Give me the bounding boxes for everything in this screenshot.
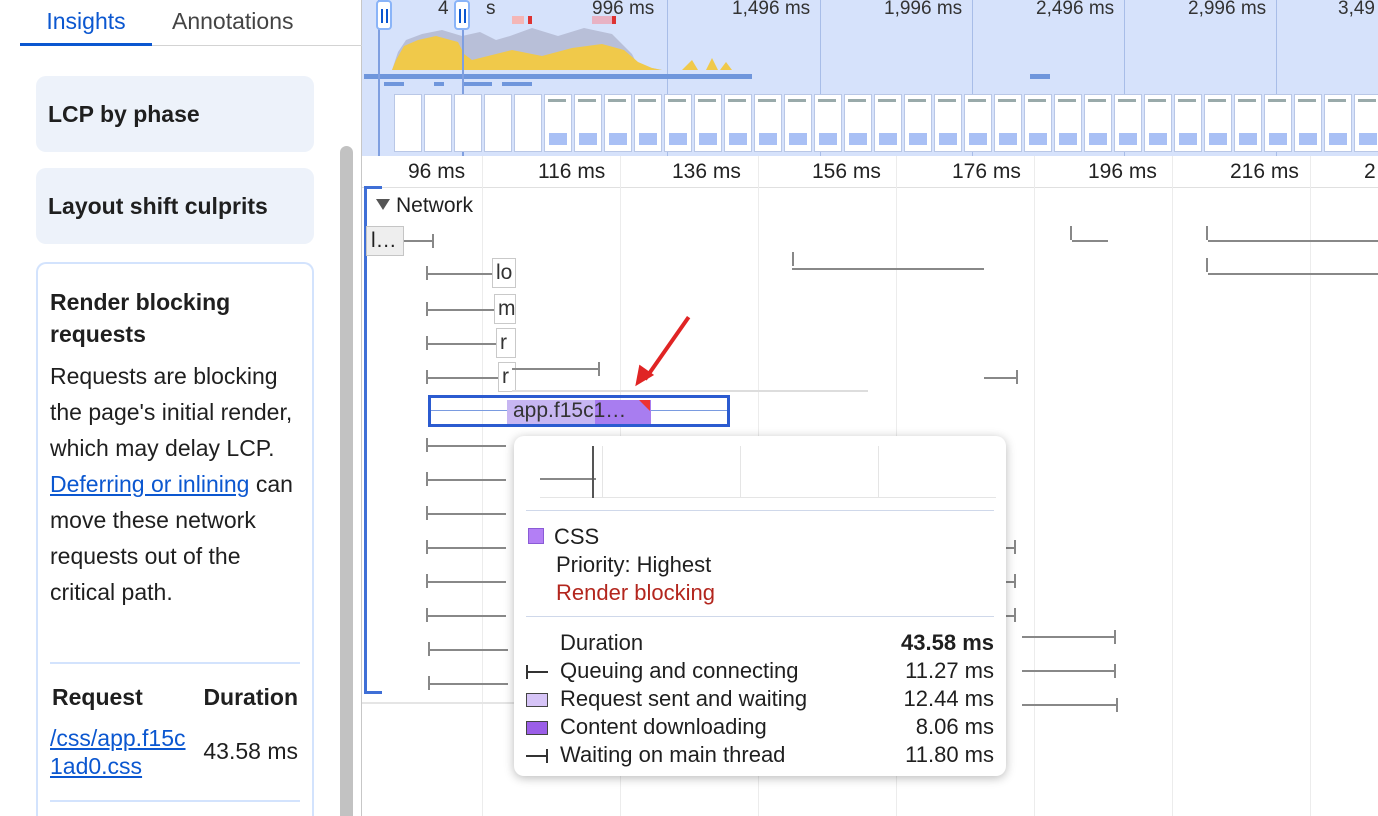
sidebar-scrollbar[interactable]: [338, 146, 354, 816]
network-track-header[interactable]: Network: [376, 194, 473, 218]
tooltip-phase-row: Request sent and waiting 12.44 ms: [526, 686, 994, 714]
table-divider: [50, 662, 300, 664]
tooltip-category: CSS: [554, 524, 600, 549]
phase-value: 8.06 ms: [915, 714, 994, 739]
insight-layout-shift-culprits[interactable]: Layout shift culprits: [36, 168, 314, 244]
tooltip-mini-timeline: [540, 446, 996, 498]
network-request[interactable]: lo: [492, 258, 516, 288]
main-thread-whisker-icon: [526, 749, 548, 763]
queue-whisker-icon: [526, 665, 548, 679]
phase-value: 11.80 ms: [905, 742, 994, 767]
tooltip-phase-row: Content downloading 8.06 ms: [526, 714, 994, 742]
tooltip-phase-row: Queuing and connecting 11.27 ms: [526, 658, 994, 686]
phase-label: Request sent and waiting: [560, 686, 808, 711]
sidebar-scroll-thumb[interactable]: [340, 146, 353, 816]
network-request[interactable]: r: [496, 328, 516, 358]
duration-value: 43.58 ms: [901, 630, 994, 655]
ruler-label: 2: [1364, 160, 1376, 183]
cpu-activity-chart: [364, 16, 1050, 86]
ruler-label: 196 ms: [1088, 160, 1157, 183]
insights-sidebar: Insights Annotations LCP by phase Layout…: [0, 0, 362, 816]
ruler-label: 136 ms: [672, 160, 741, 183]
table-header: Request Duration: [52, 684, 298, 711]
deferring-inlining-link[interactable]: Deferring or inlining: [50, 471, 249, 497]
phase-value: 11.27 ms: [905, 658, 994, 683]
phase-label: Waiting on main thread: [560, 742, 786, 767]
request-details-tooltip: CSS Priority: Highest Render blocking Du…: [514, 436, 1006, 776]
insight-render-blocking: Render blocking requests Requests are bl…: [36, 262, 314, 816]
duration-label: Duration: [560, 630, 644, 655]
phase-label: Queuing and connecting: [560, 658, 799, 683]
phase-label: Content downloading: [560, 714, 767, 739]
network-track-title: Network: [396, 194, 474, 217]
selected-network-request[interactable]: app.f15c1…: [428, 395, 730, 427]
request-duration: 43.58 ms: [203, 738, 298, 764]
request-link[interactable]: /css/app.f15c1ad0.css: [50, 724, 190, 780]
network-track-bracket: [364, 186, 382, 694]
table-divider: [50, 800, 300, 802]
annotation-arrow-icon: [643, 316, 691, 381]
selected-request-label: app.f15c1…: [513, 399, 627, 422]
network-request[interactable]: m: [494, 294, 516, 324]
download-swatch-icon: [526, 721, 548, 735]
ruler-label: 116 ms: [538, 160, 606, 183]
tooltip-render-blocking: Render blocking: [556, 580, 715, 605]
tooltip-duration-row: Duration 43.58 ms: [526, 630, 994, 658]
ruler-label: 156 ms: [812, 160, 881, 183]
col-duration: Duration: [203, 684, 298, 710]
render-blocking-description: Requests are blocking the page's initial…: [50, 358, 300, 610]
network-request[interactable]: l…: [366, 226, 404, 256]
timeline-overview[interactable]: 4 s 996 ms 1,496 ms 1,996 ms 2,496 ms 2,…: [362, 0, 1378, 156]
range-end-handle[interactable]: [454, 0, 470, 30]
tab-annotations[interactable]: Annotations: [172, 0, 293, 46]
phase-value: 12.44 ms: [903, 686, 995, 711]
network-request[interactable]: r: [498, 362, 516, 392]
insight-lcp-by-phase[interactable]: LCP by phase: [36, 76, 314, 152]
ruler-label: 96 ms: [408, 160, 466, 183]
col-request: Request: [52, 684, 143, 710]
ruler-label: 216 ms: [1230, 160, 1299, 183]
render-blocking-body-1: Requests are blocking the page's initial…: [50, 363, 293, 461]
ruler-label: 176 ms: [952, 160, 1021, 183]
tooltip-phase-row: Waiting on main thread 11.80 ms: [526, 742, 994, 770]
range-start-handle[interactable]: [376, 0, 392, 30]
tooltip-priority: Priority: Highest: [556, 552, 712, 577]
sidebar-tabs: Insights Annotations: [20, 0, 362, 46]
render-blocking-marker: [639, 400, 650, 411]
time-ruler: 96 ms 116 ms 136 ms 156 ms 176 ms 196 ms…: [362, 156, 1378, 188]
collapse-triangle-icon[interactable]: [376, 199, 390, 210]
waiting-swatch-icon: [526, 693, 548, 707]
css-color-swatch-icon: [528, 528, 544, 544]
render-blocking-title[interactable]: Render blocking requests: [50, 286, 300, 350]
tab-insights[interactable]: Insights: [20, 0, 152, 46]
